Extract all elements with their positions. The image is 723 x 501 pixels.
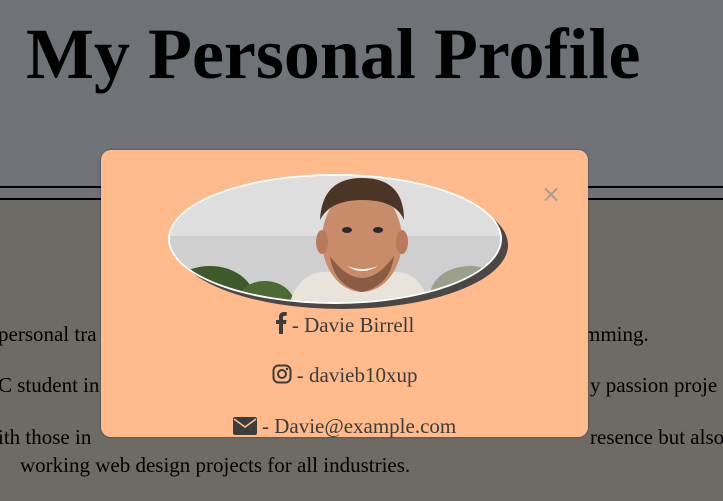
instagram-icon: [272, 364, 292, 388]
facebook-icon: [275, 312, 287, 338]
contact-email[interactable]: - Davie@example.com: [101, 416, 588, 439]
bio-line-3-end: resence but also: [590, 425, 723, 449]
page-title: My Personal Profile: [26, 14, 641, 94]
instagram-handle: - davieb10xup: [291, 363, 418, 387]
avatar-container: [168, 174, 508, 309]
contact-instagram[interactable]: - davieb10xup: [101, 364, 588, 388]
contact-facebook[interactable]: - Davie Birrell: [101, 312, 588, 338]
bio-line-2-end: y passion proje: [590, 373, 718, 397]
bio-line-2-start: C student in: [0, 373, 100, 397]
profile-photo: [170, 176, 500, 302]
envelope-icon: [232, 417, 257, 439]
profile-modal: × - Davie Birrell - davieb10xup - Davie@…: [101, 150, 588, 437]
bio-line-1-start: personal tra: [0, 322, 97, 346]
email-address: - Davie@example.com: [256, 414, 457, 438]
close-button[interactable]: ×: [539, 182, 563, 206]
avatar: [168, 174, 502, 304]
bio-line-3-start: ith those in: [0, 425, 92, 449]
bio-line-4: working web design projects for all indu…: [20, 453, 411, 477]
bio-line-1-end: mming.: [584, 322, 649, 346]
facebook-name: - Davie Birrell: [286, 313, 415, 337]
